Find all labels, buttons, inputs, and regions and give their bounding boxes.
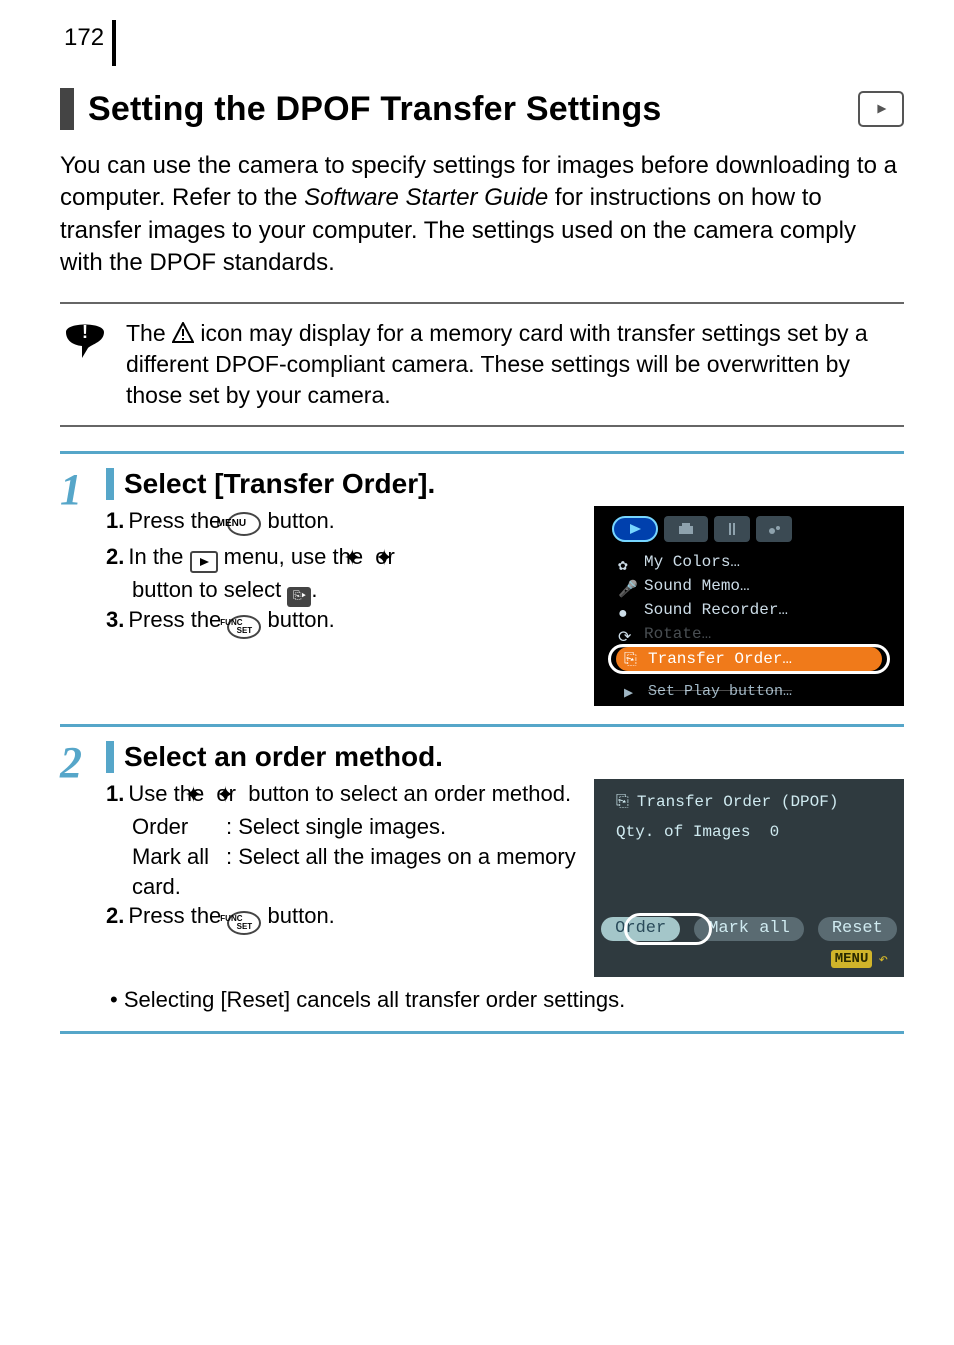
camera-screen-transfer-order: ⎘ Transfer Order (DPOF) Qty. of Images 0… — [594, 779, 904, 977]
step-accent-bar — [106, 741, 114, 773]
step-title: Select an order method. — [124, 741, 443, 773]
line-text: button to select — [132, 577, 287, 602]
func-set-button-icon: FUNCSET — [227, 615, 261, 639]
step-title: Select [Transfer Order]. — [124, 468, 435, 500]
markall-definition: Mark all: Select all the images on a mem… — [106, 842, 578, 901]
note-text-before: The — [126, 320, 172, 346]
rotate-icon: ⟳ — [618, 626, 636, 642]
lcd-menu-item: ● Sound Recorder… — [618, 598, 880, 622]
lcd2-menu-label: MENU — [831, 950, 873, 968]
line-number: 2. — [106, 903, 124, 928]
svg-text:!: ! — [82, 322, 88, 342]
steps-list: 1 Select [Transfer Order]. 1.Press the M… — [60, 451, 904, 1034]
lcd2-title: Transfer Order (DPOF) — [637, 793, 839, 811]
def-label: Mark all — [132, 842, 226, 872]
step-number: 1 — [60, 468, 106, 706]
lcd-tab-tools-icon — [714, 516, 750, 542]
lcd2-qty-row: Qty. of Images 0 — [616, 823, 779, 841]
step-instructions: 1.Press the MENU button. 2.In the menu, … — [106, 506, 578, 706]
step2-note: • Selecting [Reset] cancels all transfer… — [106, 987, 904, 1013]
step1-line2: 2.In the menu, use the ✦ or ✦ — [106, 542, 578, 572]
step2-line1: 1.Use the ✦ or ✦ button to select an ord… — [106, 779, 578, 809]
lcd-menu-label: Rotate… — [644, 622, 711, 646]
order-definition: Order: Select single images. — [106, 812, 578, 842]
step1-line3: 3.Press the FUNCSET button. — [106, 605, 578, 641]
lcd-tab-print-icon — [664, 516, 708, 542]
lcd2-qty-value: 0 — [770, 823, 780, 841]
page-number: 172 — [60, 20, 116, 66]
camera-screen-menu: ✿ My Colors… 🎤 Sound Memo… ● Sound Recorder… — [594, 506, 904, 706]
note-text-after: icon may display for a memory card with … — [126, 320, 868, 408]
line-text: Press the — [128, 607, 227, 632]
lcd-menu-item: ✿ My Colors… — [618, 550, 880, 574]
line-text: Press the — [128, 508, 227, 533]
lcd-tab-playback-icon — [612, 516, 658, 542]
manual-page: { "page_number": "172", "heading": "Sett… — [0, 0, 954, 1074]
line-number: 2. — [106, 544, 124, 569]
lcd-tab-bar — [612, 514, 886, 544]
section-title: Setting the DPOF Transfer Settings — [88, 90, 844, 129]
back-arrow-icon: ↶ — [878, 949, 888, 969]
playback-menu-icon — [190, 551, 218, 573]
line-text: . — [311, 577, 317, 602]
step2-line2: 2.Press the FUNCSET button. — [106, 901, 578, 937]
caution-note: ! The icon may display for a memory card… — [60, 302, 904, 427]
transfer-icon: ⎘ — [616, 793, 629, 811]
page-number-value: 172 — [64, 24, 104, 51]
caution-text: The icon may display for a memory card w… — [126, 318, 898, 411]
intro-reference-title: Software Starter Guide — [304, 184, 548, 211]
line-text: button to select an order method. — [242, 781, 571, 806]
section-heading: Setting the DPOF Transfer Settings — [60, 88, 904, 130]
line-text: button. — [261, 508, 334, 533]
step2-note-text: Selecting [Reset] cancels all transfer o… — [124, 987, 625, 1012]
caution-bubble-icon: ! — [62, 318, 108, 364]
mycolors-icon: ✿ — [618, 554, 636, 570]
transfer-order-icon: ⎘▸ — [287, 587, 311, 607]
soundmemo-icon: 🎤 — [618, 578, 636, 594]
soundrec-icon: ● — [618, 602, 636, 618]
func-set-button-icon: FUNCSET — [227, 911, 261, 935]
lcd-menu-label: My Colors… — [644, 550, 740, 574]
line-text: In the — [128, 544, 189, 569]
line-number: 3. — [106, 607, 124, 632]
playback-mode-icon — [858, 91, 904, 127]
lcd-menu-label: Transfer Order… — [648, 650, 792, 668]
lcd-menu-list: ✿ My Colors… 🎤 Sound Memo… ● Sound Recorder… — [618, 550, 880, 648]
def-desc: : Select single images. — [226, 814, 446, 839]
lcd2-menu-footer: MENU ↶ — [831, 949, 888, 969]
lcd2-qty-label: Qty. of Images — [616, 823, 750, 841]
warning-triangle-icon — [172, 321, 194, 343]
lcd-tab-mycamera-icon — [756, 516, 792, 542]
lcd-menu-item: ▶ Set Play button… — [624, 683, 792, 700]
step-accent-bar — [106, 468, 114, 500]
step-number: 2 — [60, 741, 106, 1013]
lcd2-button-reset: Reset — [818, 917, 897, 941]
lcd2-title-row: ⎘ Transfer Order (DPOF) — [616, 793, 838, 811]
step1-line1: 1.Press the MENU button. — [106, 506, 578, 538]
lcd-menu-label: Set Play button… — [648, 683, 792, 700]
lcd-menu-item: 🎤 Sound Memo… — [618, 574, 880, 598]
line-text: button. — [261, 903, 334, 928]
playbtn-icon: ▶ — [624, 683, 642, 699]
lcd-menu-label: Sound Recorder… — [644, 598, 788, 622]
lcd-menu-item-highlighted: ⎘ Transfer Order… — [616, 647, 882, 671]
step1-line2b: button to select ⎘▸. — [106, 575, 578, 605]
step-1: 1 Select [Transfer Order]. 1.Press the M… — [60, 454, 904, 727]
transfer-icon: ⎘ — [624, 651, 642, 667]
lcd-menu-label: Sound Memo… — [644, 574, 750, 598]
line-text: Press the — [128, 903, 227, 928]
line-text: button. — [261, 607, 334, 632]
line-number: 1. — [106, 508, 124, 533]
intro-paragraph: You can use the camera to specify settin… — [60, 150, 904, 280]
step-2: 2 Select an order method. 1.Use the ✦ or… — [60, 727, 904, 1034]
menu-button-icon: MENU — [227, 512, 261, 536]
line-number: 1. — [106, 781, 124, 806]
def-label: Order — [132, 812, 226, 842]
step-instructions: 1.Use the ✦ or ✦ button to select an ord… — [106, 779, 578, 977]
lcd2-highlight-ring — [624, 913, 712, 945]
heading-accent-bar — [60, 88, 74, 130]
